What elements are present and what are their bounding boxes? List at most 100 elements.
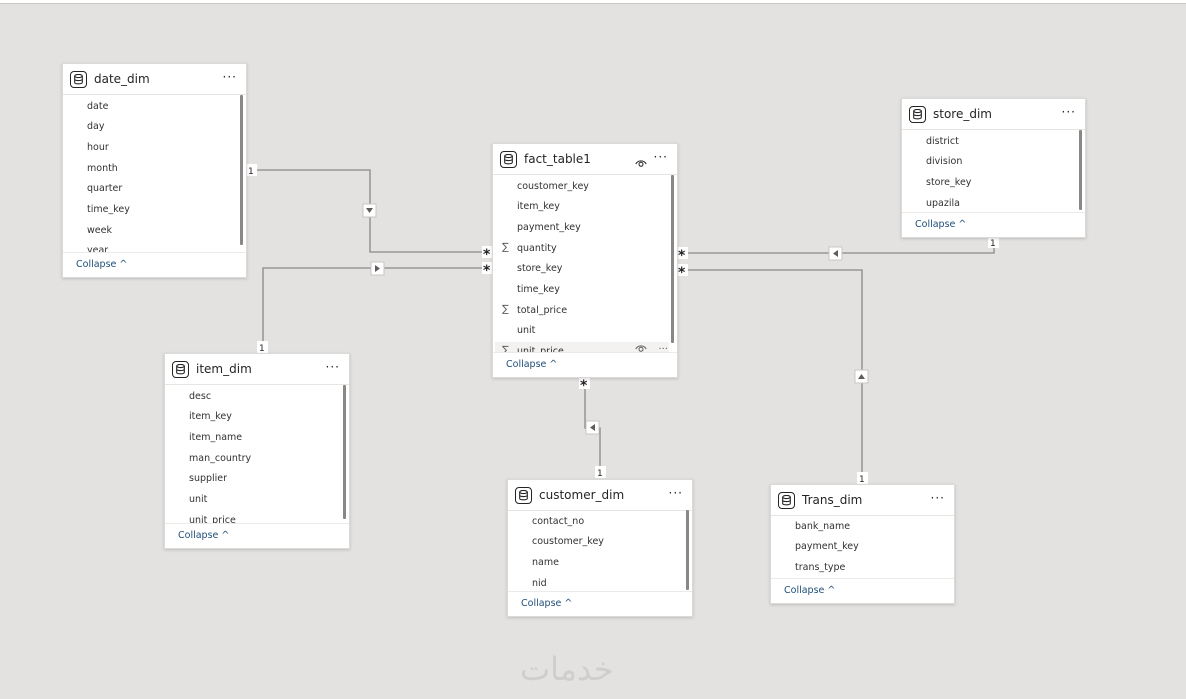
table-icon <box>500 151 517 168</box>
field-item[interactable]: payment_key <box>517 222 581 234</box>
field-item[interactable]: quarter <box>87 183 122 195</box>
table-card-fact-table1[interactable]: fact_table1 ··· coustomer_key item_key p… <box>492 143 678 378</box>
table-header[interactable]: item_dim ··· <box>165 354 349 385</box>
field-item[interactable]: hour <box>87 142 109 154</box>
collapse-row: Collapse ^ <box>165 523 349 548</box>
more-options-icon[interactable]: ··· <box>223 70 237 85</box>
table-header[interactable]: Trans_dim ··· <box>771 485 954 516</box>
field-item[interactable]: bank_name <box>795 521 850 533</box>
field-item[interactable]: item_name <box>189 432 242 444</box>
more-options-icon[interactable]: ··· <box>669 486 683 501</box>
table-title: date_dim <box>94 72 150 86</box>
visibility-icon[interactable] <box>635 153 647 172</box>
table-icon <box>778 492 795 509</box>
collapse-button[interactable]: Collapse ^ <box>784 585 835 597</box>
field-item[interactable]: district <box>926 136 959 148</box>
field-list[interactable]: district division store_key upazila <box>902 130 1085 212</box>
scrollbar[interactable] <box>343 385 346 519</box>
collapse-button[interactable]: Collapse ^ <box>178 530 229 542</box>
field-item[interactable]: supplier <box>189 473 227 485</box>
table-card-customer-dim[interactable]: customer_dim ··· contact_no coustomer_ke… <box>507 479 693 617</box>
collapse-row: Collapse ^ <box>508 591 692 616</box>
field-item[interactable]: time_key <box>87 204 130 216</box>
field-item[interactable]: payment_key <box>795 541 859 553</box>
collapse-row: Collapse ^ <box>902 212 1085 237</box>
scrollbar[interactable] <box>671 175 674 343</box>
table-icon <box>172 361 189 378</box>
field-item[interactable]: upazila <box>926 198 960 210</box>
field-item[interactable]: unit_price <box>189 515 236 523</box>
collapse-button[interactable]: Collapse ^ <box>915 219 966 231</box>
field-item[interactable]: trans_type <box>795 562 845 574</box>
field-item[interactable]: total_price <box>517 305 567 317</box>
field-list[interactable]: coustomer_key item_key payment_key ∑ qua… <box>493 175 677 353</box>
collapse-row: Collapse ^ <box>493 352 677 377</box>
collapse-button[interactable]: Collapse ^ <box>521 598 572 610</box>
collapse-row: Collapse ^ <box>771 578 954 603</box>
field-item[interactable]: item_key <box>517 201 560 213</box>
field-item[interactable]: day <box>87 121 104 133</box>
field-list[interactable]: contact_no coustomer_key name nid <box>508 511 692 591</box>
field-item[interactable]: item_key <box>189 411 232 423</box>
table-header[interactable]: store_dim ··· <box>902 99 1085 130</box>
more-options-icon[interactable]: ··· <box>654 150 668 165</box>
card-one-customer: 1 <box>597 469 603 479</box>
field-item[interactable]: year <box>87 245 108 252</box>
table-icon <box>515 487 532 504</box>
field-item[interactable]: date <box>87 101 108 113</box>
rel-line-trans-fact <box>677 269 863 484</box>
field-item[interactable]: time_key <box>517 284 560 296</box>
table-card-item-dim[interactable]: item_dim ··· desc item_key item_name man… <box>164 353 350 549</box>
collapse-button[interactable]: Collapse ^ <box>506 359 557 371</box>
table-header[interactable]: date_dim ··· <box>63 64 246 95</box>
field-list[interactable]: bank_name payment_key trans_type <box>771 516 954 578</box>
table-title: customer_dim <box>539 488 625 502</box>
field-item[interactable]: coustomer_key <box>517 181 589 193</box>
more-options-icon[interactable]: ··· <box>1062 105 1076 120</box>
table-header[interactable]: customer_dim ··· <box>508 480 692 511</box>
field-item[interactable]: quantity <box>517 243 557 255</box>
rel-line-item-fact <box>262 267 492 352</box>
field-item[interactable]: nid <box>532 578 547 590</box>
field-list[interactable]: desc item_key item_name man_country supp… <box>165 385 349 523</box>
table-card-store-dim[interactable]: store_dim ··· district division store_ke… <box>901 98 1086 238</box>
table-card-trans-dim[interactable]: Trans_dim ··· bank_name payment_key tran… <box>770 484 955 604</box>
field-list[interactable]: date day hour month quarter time_key wee… <box>63 95 246 252</box>
table-card-date-dim[interactable]: date_dim ··· date day hour month quarter… <box>62 63 247 278</box>
table-title: store_dim <box>933 107 992 121</box>
collapse-button[interactable]: Collapse ^ <box>76 259 127 271</box>
field-item[interactable]: desc <box>189 391 211 403</box>
table-icon <box>909 106 926 123</box>
field-item[interactable]: coustomer_key <box>532 536 604 548</box>
sigma-icon: ∑ <box>502 242 509 253</box>
field-item[interactable]: unit <box>517 325 535 337</box>
card-many-fact-store: * <box>678 248 686 264</box>
scrollbar[interactable] <box>240 95 243 245</box>
card-many-fact-item: * <box>483 263 491 279</box>
card-many-fact-trans: * <box>678 265 686 281</box>
field-item[interactable]: unit <box>189 494 207 506</box>
field-item[interactable]: store_key <box>926 177 971 189</box>
field-item[interactable]: month <box>87 163 118 175</box>
card-one-date: 1 <box>248 167 254 177</box>
table-title: Trans_dim <box>802 493 863 507</box>
watermark: خدمات <box>520 650 614 688</box>
card-many-fact-date: * <box>483 247 491 263</box>
scrollbar[interactable] <box>1079 130 1082 210</box>
field-item[interactable]: store_key <box>517 263 562 275</box>
field-item[interactable]: man_country <box>189 453 251 465</box>
sigma-icon: ∑ <box>502 304 509 315</box>
field-item[interactable]: week <box>87 225 112 237</box>
scrollbar[interactable] <box>686 510 689 590</box>
field-item[interactable]: division <box>926 156 962 168</box>
field-item[interactable]: name <box>532 557 559 569</box>
card-many-fact-customer: * <box>580 378 588 394</box>
table-icon <box>70 71 87 88</box>
table-title: fact_table1 <box>524 152 591 166</box>
table-title: item_dim <box>196 362 252 376</box>
more-options-icon[interactable]: ··· <box>931 491 945 506</box>
more-options-icon[interactable]: ··· <box>326 360 340 375</box>
field-item[interactable]: contact_no <box>532 516 584 528</box>
table-header[interactable]: fact_table1 ··· <box>493 144 677 175</box>
collapse-row: Collapse ^ <box>63 252 246 277</box>
